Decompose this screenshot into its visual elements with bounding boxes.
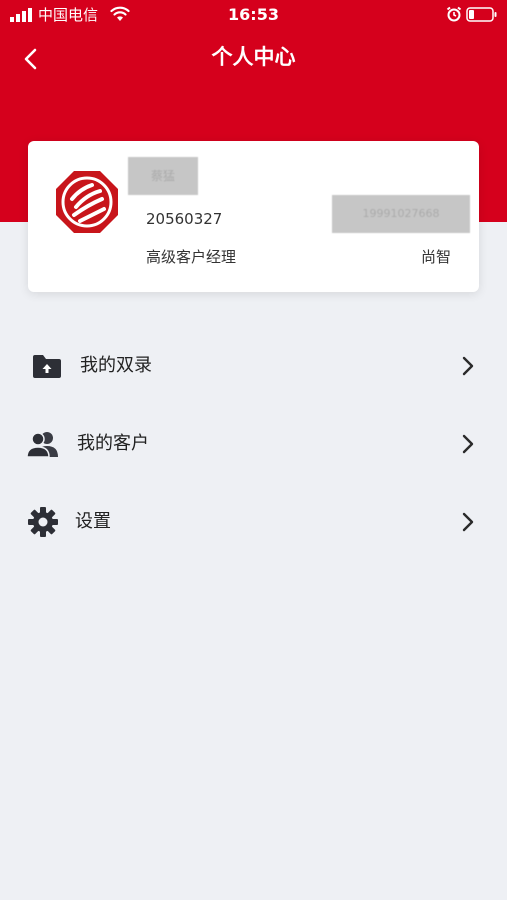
branch-name: 尚智 xyxy=(420,248,451,266)
alarm-clock-icon xyxy=(446,6,462,22)
profile-card: 蔡猛 20560327 19991027668 高级客户经理 尚智 xyxy=(28,141,479,292)
employee-id: 20560327 xyxy=(146,210,223,228)
menu-item-my-recordings[interactable]: 我的双录 xyxy=(0,338,507,394)
status-bar: 中国电信 16:53 xyxy=(0,0,507,30)
bank-logo-icon xyxy=(56,171,118,233)
gear-icon xyxy=(28,507,58,537)
phone-number-redacted: 19991027668 xyxy=(332,195,470,233)
chevron-right-icon xyxy=(462,434,474,454)
menu-label-my-recordings: 我的双录 xyxy=(80,355,152,376)
user-name-redacted: 蔡猛 xyxy=(128,157,198,195)
folder-upload-icon xyxy=(33,355,61,378)
menu-item-settings[interactable]: 设置 xyxy=(0,494,507,550)
battery-icon xyxy=(466,7,497,22)
menu-label-my-customers: 我的客户 xyxy=(77,433,149,454)
status-time: 16:53 xyxy=(228,5,279,24)
job-title: 高级客户经理 xyxy=(146,248,237,266)
menu-label-settings: 设置 xyxy=(75,511,111,532)
nav-bar: 个人中心 xyxy=(0,32,507,82)
chevron-right-icon xyxy=(462,512,474,532)
page-title: 个人中心 xyxy=(211,45,296,69)
menu-item-my-customers[interactable]: 我的客户 xyxy=(0,416,507,472)
users-icon xyxy=(26,432,58,458)
chevron-right-icon xyxy=(462,356,474,376)
